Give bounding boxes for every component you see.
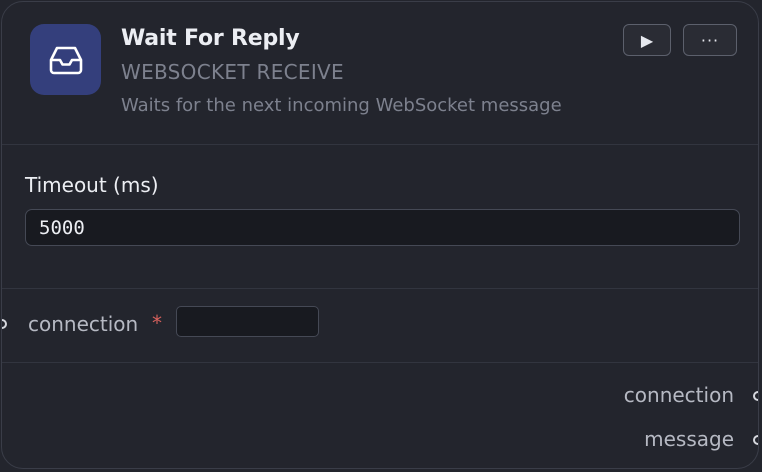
node-header: Wait For Reply WEBSOCKET RECEIVE Waits f…	[2, 2, 758, 145]
ellipsis-icon: ···	[700, 30, 720, 50]
input-label-connection: connection	[28, 312, 139, 336]
output-label-message: message	[644, 427, 734, 451]
node-type-label: WEBSOCKET RECEIVE	[121, 60, 344, 84]
node-description: Waits for the next incoming WebSocket me…	[121, 95, 562, 116]
more-options-button[interactable]: ···	[683, 24, 737, 56]
node-icon-badge	[30, 24, 101, 95]
inputs-section: connection *	[2, 288, 758, 363]
inbox-icon	[49, 46, 82, 74]
node-title: Wait For Reply	[121, 26, 300, 51]
output-port-message[interactable]	[753, 435, 758, 445]
connection-input[interactable]	[176, 306, 319, 337]
input-port-connection[interactable]	[2, 319, 7, 329]
run-button[interactable]: ▶	[623, 24, 671, 56]
play-icon: ▶	[640, 30, 654, 50]
timeout-label: Timeout (ms)	[25, 173, 159, 197]
outputs-section: connection message	[2, 363, 758, 468]
output-label-connection: connection	[623, 383, 734, 407]
timeout-input[interactable]: 5000	[25, 209, 740, 246]
timeout-section: Timeout (ms) 5000	[2, 144, 758, 289]
output-port-connection[interactable]	[753, 391, 758, 401]
required-marker: *	[152, 311, 162, 335]
websocket-receive-node[interactable]: Wait For Reply WEBSOCKET RECEIVE Waits f…	[1, 1, 759, 469]
